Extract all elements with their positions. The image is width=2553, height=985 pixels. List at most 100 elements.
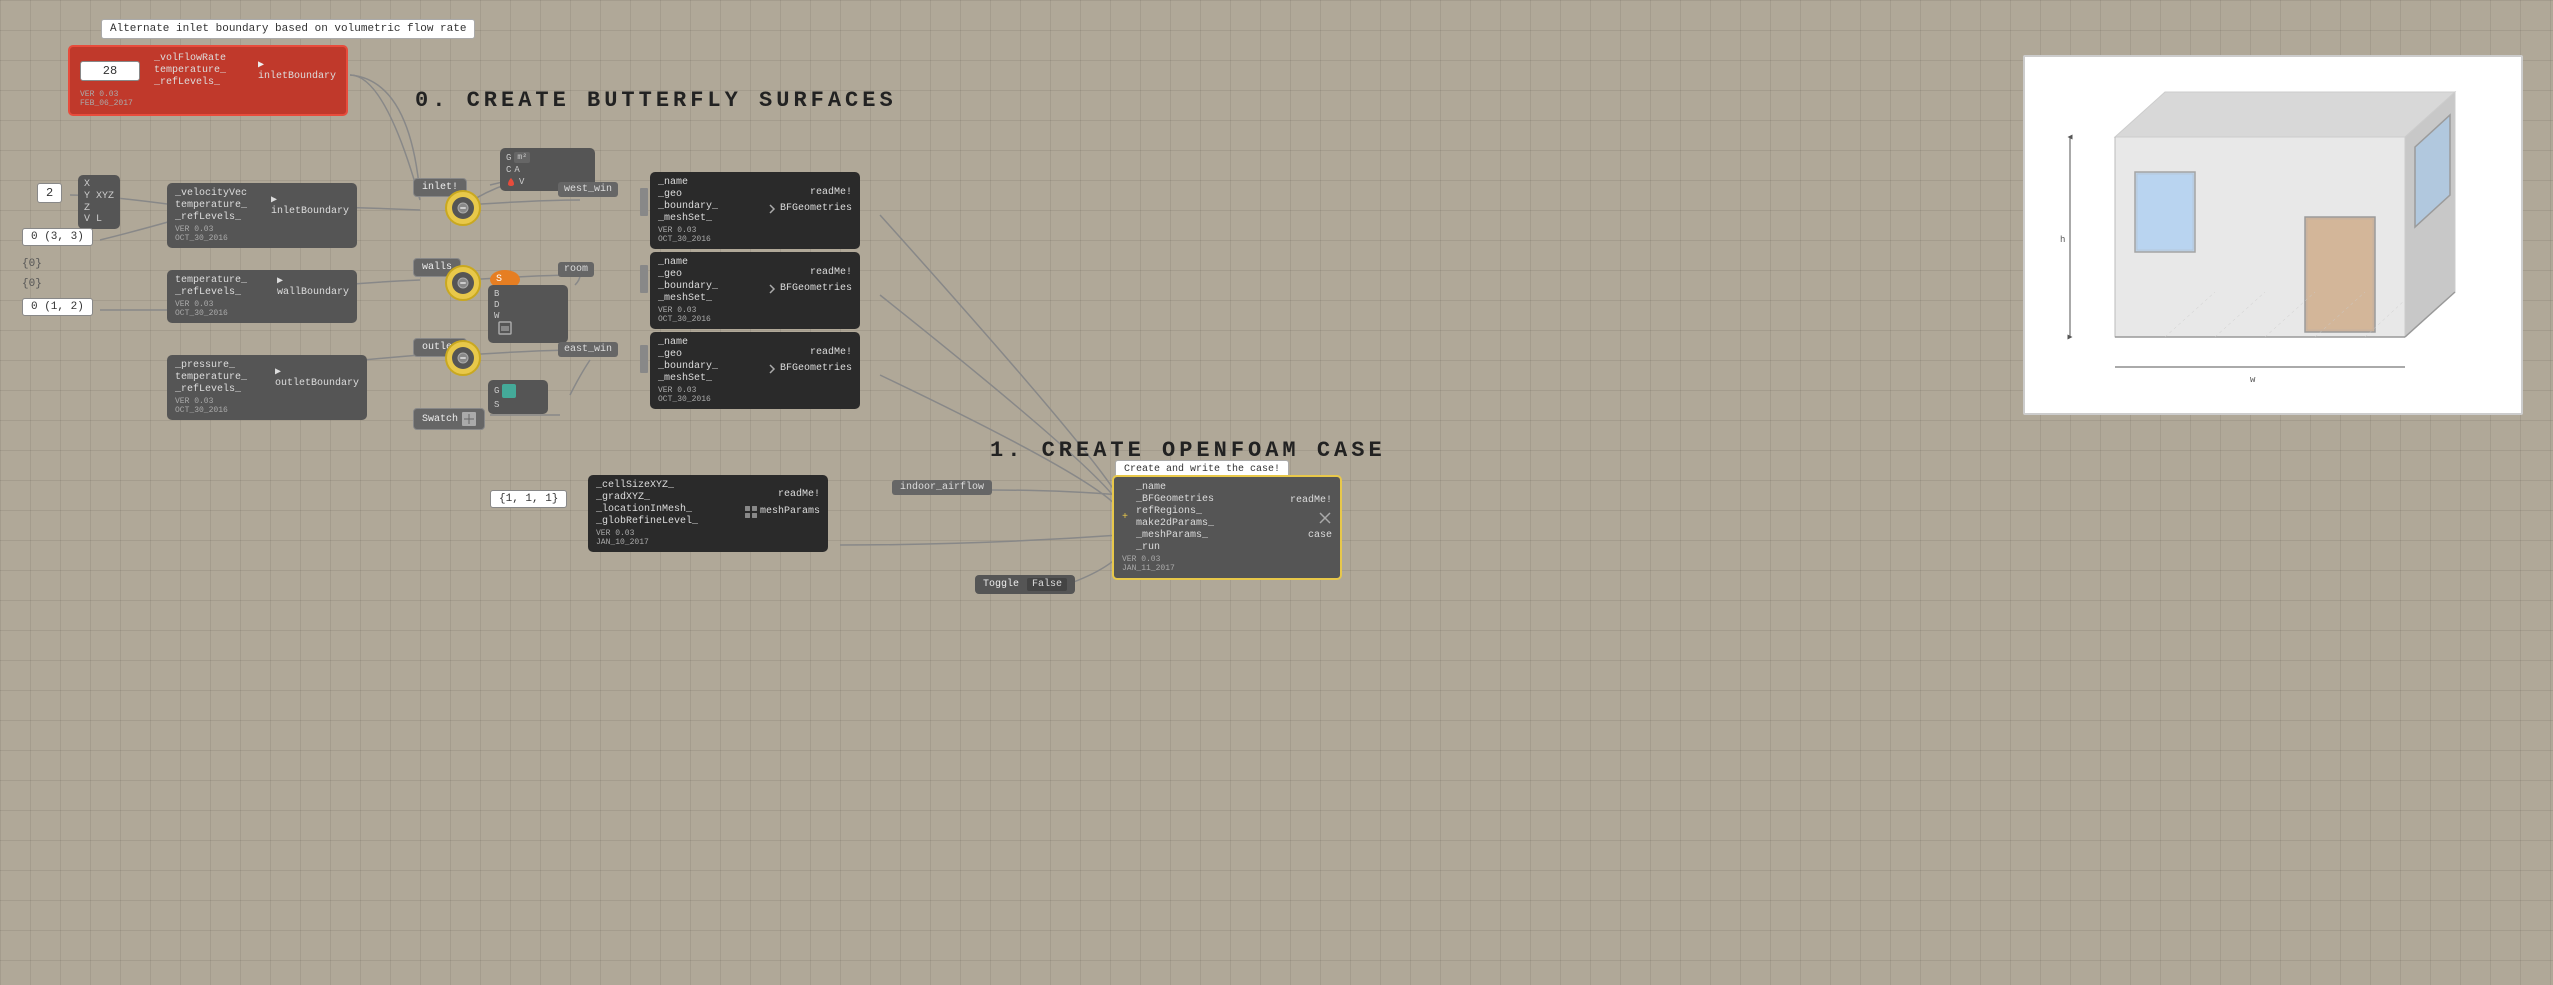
mp-glob: _globRefineLevel_ (596, 516, 698, 527)
velocity-vec-node: _velocityVec temperature_ _refLevels_ ▶ … (167, 183, 357, 248)
x-label: X (84, 179, 114, 190)
input-012[interactable]: 0 (1, 2) (22, 298, 93, 316)
outlet-boundary-node: _pressure_ temperature_ _refLevels_ ▶ ou… (167, 355, 367, 420)
room-bf: BFGeometries (780, 283, 852, 294)
ww-readme[interactable]: readMe! (810, 187, 852, 198)
ew-mesh: _meshSet_ (658, 373, 718, 384)
vol-flow-arrow: ▶ (258, 60, 264, 71)
gs-node: G S (488, 380, 548, 414)
viewport-svg: h w (2025, 57, 2523, 415)
input-012-label0: {0} (22, 278, 42, 290)
ew-ver: VER 0.03OCT_30_2016 (658, 386, 852, 404)
ww-ver: VER 0.03OCT_30_2016 (658, 226, 852, 244)
openfoam-case-node: + _name _BFGeometries refRegions_ make2d… (1112, 475, 1342, 580)
s-label: S (496, 274, 502, 285)
case-run: _run (1136, 542, 1286, 553)
room-bf-node: _name _geo _boundary_ _meshSet_ readMe! … (650, 252, 860, 329)
wall-ver: VER 0.03OCT_30_2016 (175, 300, 349, 318)
room-geo: _geo (658, 269, 718, 280)
bd-icon (498, 321, 512, 335)
case-ver: VER 0.03JAN_11_2017 (1122, 555, 1332, 573)
g-label: G (506, 153, 511, 163)
flame-icon (506, 177, 516, 187)
mp-readme[interactable]: readMe! (778, 489, 820, 500)
case-name: _name (1136, 482, 1286, 493)
a-label: A (514, 165, 519, 175)
b-label: B (494, 289, 562, 299)
mp-output: meshParams (760, 506, 820, 517)
g2-label: G (494, 386, 499, 396)
yellow-circle-inlet[interactable] (445, 190, 481, 226)
mp-grad: _gradXYZ_ (596, 492, 698, 503)
west-win-connector (640, 188, 648, 216)
yellow-circle-outlet[interactable] (445, 340, 481, 376)
xyz-node: X Y XYZ Z V L (78, 175, 120, 229)
east-win-bf-node: _name _geo _boundary_ _meshSet_ readMe! … (650, 332, 860, 409)
vel-label2: temperature_ (175, 200, 247, 211)
z-label: Z (84, 203, 114, 214)
y-label: Y XYZ (84, 191, 114, 202)
viewport-3d: h w (2023, 55, 2523, 415)
green-box (502, 384, 516, 398)
mp-grid-icon (744, 505, 758, 519)
vol-flow-label3: _refLevels_ (154, 77, 254, 88)
east-win-connector (640, 345, 648, 373)
input-2[interactable]: 2 (37, 183, 62, 203)
mesh-input[interactable]: {1, 1, 1} (490, 490, 567, 508)
room-bound: _boundary_ (658, 281, 718, 292)
room-mesh: _meshSet_ (658, 293, 718, 304)
mp-loc: _locationInMesh_ (596, 504, 698, 515)
w-label-bd: W (494, 311, 562, 321)
mp-ver: VER 0.03JAN_10_2017 (596, 529, 820, 547)
m2-label: m² (514, 152, 530, 163)
out-label3: _refLevels_ (175, 384, 247, 395)
case-bf: _BFGeometries (1136, 494, 1286, 505)
ew-n: _name (658, 337, 718, 348)
toggle-value[interactable]: False (1027, 578, 1067, 591)
v-label: V (84, 214, 90, 225)
wall-label1: temperature_ (175, 275, 247, 286)
v-node-label: V (519, 177, 524, 187)
swatch-icon (462, 412, 476, 426)
case-output: case (1308, 530, 1332, 541)
vol-flow-label2: temperature_ (154, 65, 254, 76)
input-033[interactable]: 0 (3, 3) (22, 228, 93, 246)
d-label: D (494, 300, 562, 310)
l-label: L (96, 214, 102, 225)
ww-bf: BFGeometries (780, 203, 852, 214)
room-arrow-icon (766, 283, 778, 295)
case-plus: + (1122, 512, 1128, 523)
swatch-button[interactable]: Swatch (413, 408, 485, 430)
case-readme[interactable]: readMe! (1290, 495, 1332, 506)
ww-mesh: _meshSet_ (658, 213, 718, 224)
room-readme[interactable]: readMe! (810, 267, 852, 278)
toggle-label: Toggle (983, 579, 1019, 590)
ew-bound: _boundary_ (658, 361, 718, 372)
vol-flow-label1: _volFlowRate (154, 53, 254, 64)
swatch-label: Swatch (422, 414, 458, 425)
yellow-circle-walls[interactable] (445, 265, 481, 301)
wall-label2: _refLevels_ (175, 287, 247, 298)
ew-geo: _geo (658, 349, 718, 360)
vel-label3: _refLevels_ (175, 212, 247, 223)
case-x-icon (1318, 511, 1332, 525)
vol-flow-rate-node: 28 _volFlowRate temperature_ _refLevels_… (68, 45, 348, 116)
mesh-params-node: _cellSizeXYZ_ _gradXYZ_ _locationInMesh_… (588, 475, 828, 552)
ww-geo: _geo (658, 189, 718, 200)
vol-flow-output: inletBoundary (258, 71, 336, 82)
ew-readme[interactable]: readMe! (810, 347, 852, 358)
wall-arrow: ▶ (277, 276, 283, 287)
vol-flow-input[interactable]: 28 (80, 61, 140, 81)
ew-arrow-icon (766, 363, 778, 375)
vel-label1: _velocityVec (175, 188, 247, 199)
circle-inner-3 (452, 347, 474, 369)
indoor-airflow-label: indoor_airflow (892, 480, 992, 495)
vol-flow-ver: VER 0.03 FEB_06_2017 (80, 90, 336, 108)
vel-output: inletBoundary (271, 206, 349, 217)
case-mesh: _meshParams_ (1136, 530, 1286, 541)
vel-arrow: ▶ (271, 195, 277, 206)
circle-inner-2 (452, 272, 474, 294)
out-label1: _pressure_ (175, 360, 247, 371)
ww-bound: _boundary_ (658, 201, 718, 212)
svg-text:h: h (2060, 235, 2065, 245)
